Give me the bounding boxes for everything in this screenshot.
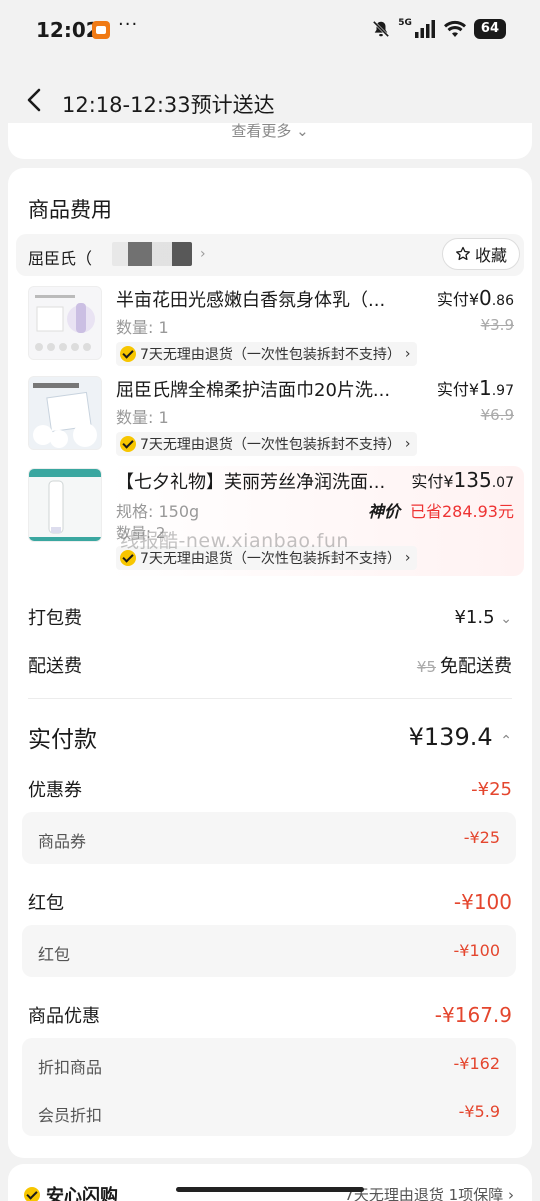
coupon-label: 优惠券 xyxy=(28,780,82,801)
shield-check-icon xyxy=(24,1187,40,1201)
chevron-down-icon: ⌄ xyxy=(296,123,309,140)
divider xyxy=(28,698,512,699)
check-badge-icon xyxy=(120,436,136,452)
star-icon xyxy=(456,246,470,261)
redpacket-detail-row: 红包 -¥100 xyxy=(38,941,500,964)
discount-detail-row: 折扣商品 -¥162 xyxy=(38,1054,500,1077)
product-item[interactable]: 半亩花田光感嫩白香氛身体乳（... 数量: 1 实付¥0.86 ¥3.9 7天无… xyxy=(8,286,532,372)
chevron-right-icon: › xyxy=(404,346,411,362)
chevron-right-icon: › xyxy=(404,436,411,452)
product-original-price: ¥3.9 xyxy=(480,316,514,334)
total-value: ¥139.4 ⌃ xyxy=(408,723,512,751)
packing-fee-label: 打包费 xyxy=(28,608,82,629)
return-policy-tag[interactable]: 7天无理由退货（一次性包装拆封不支持） › xyxy=(116,342,417,366)
battery-indicator: 64 xyxy=(473,19,506,39)
delivery-original-fee: ¥5 xyxy=(416,658,436,676)
mute-bell-icon xyxy=(373,20,390,38)
product-image xyxy=(28,468,102,542)
product-name: 半亩花田光感嫩白香氛身体乳（... xyxy=(116,290,386,311)
total-row[interactable]: 实付款 ¥139.4 ⌃ xyxy=(28,720,512,754)
status-icons: 5G 64 xyxy=(372,18,506,39)
product-item[interactable]: 屈臣氏牌全棉柔护洁面巾20片洗... 数量: 1 实付¥1.97 ¥6.9 7天… xyxy=(8,376,532,462)
delivery-fee-row: 配送费 ¥5 免配送费 xyxy=(28,652,512,678)
product-image xyxy=(28,376,102,450)
delivery-fee-label: 配送费 xyxy=(28,656,82,677)
product-spec: 规格: 150g xyxy=(116,502,200,521)
coupon-detail-row: 商品券 -¥25 xyxy=(38,828,500,851)
home-indicator[interactable] xyxy=(176,1187,364,1192)
product-name: 【七夕礼物】芙丽芳丝净润洗面... xyxy=(116,472,386,493)
store-bar[interactable]: 屈臣氏（ › 收藏 xyxy=(16,234,524,276)
return-policy-tag[interactable]: 7天无理由退货（一次性包装拆封不支持） › xyxy=(116,432,417,456)
product-qty: 数量: 1 xyxy=(116,318,169,337)
chevron-up-icon: ⌃ xyxy=(500,733,512,749)
status-bar: 12:02 ··· 5G 64 xyxy=(0,0,540,62)
redacted-store-name xyxy=(112,242,192,266)
assurance-title: 安心闪购 xyxy=(24,1182,118,1201)
see-more-link[interactable]: 查看更多 ⌄ xyxy=(8,123,532,159)
nav-bar: 12:18-12:33预计送达 xyxy=(0,62,540,132)
more-notifications-icon: ··· xyxy=(118,14,139,35)
product-price: 实付¥1.97 xyxy=(436,376,514,400)
favorite-label: 收藏 xyxy=(474,246,507,265)
signal-icon xyxy=(414,20,435,38)
page-title: 12:18-12:33预计送达 xyxy=(62,93,275,117)
assurance-summary: 7天无理由退货 1项保障 › xyxy=(344,1186,514,1201)
status-time: 12:02 xyxy=(36,18,100,42)
section-title: 商品费用 xyxy=(28,198,112,222)
discount-value: -¥167.9 xyxy=(434,1003,512,1027)
coupon-detail-box: 商品券 -¥25 xyxy=(22,812,516,864)
discount-detail-row: 会员折扣 -¥5.9 xyxy=(38,1102,500,1125)
product-price: 实付¥135.07 xyxy=(411,468,514,492)
redpacket-row: 红包 -¥100 xyxy=(28,889,512,915)
network-type: 5G xyxy=(398,18,412,28)
chevron-right-icon: › xyxy=(200,246,206,262)
back-arrow-icon[interactable] xyxy=(22,87,48,113)
product-original-price: ¥6.9 xyxy=(480,406,514,424)
redpacket-value: -¥100 xyxy=(453,890,512,914)
watermark-text: 线报酷-new.xianbao.fun xyxy=(120,530,349,552)
redpacket-label: 红包 xyxy=(28,893,64,914)
packing-fee-row[interactable]: 打包费 ¥1.5 ⌄ xyxy=(28,604,512,630)
product-qty: 数量: 1 xyxy=(116,408,169,427)
wifi-icon xyxy=(443,20,466,37)
total-label: 实付款 xyxy=(28,727,97,753)
chevron-right-icon: › xyxy=(404,550,411,566)
store-name: 屈臣氏（ xyxy=(28,249,93,268)
check-badge-icon xyxy=(120,346,136,362)
favorite-button[interactable]: 收藏 xyxy=(441,238,520,270)
product-name: 屈臣氏牌全棉柔护洁面巾20片洗... xyxy=(116,380,391,401)
fee-card: 商品费用 屈臣氏（ › 收藏 半亩花田光感嫩白香氛身体乳（... 数量: 1 实… xyxy=(8,168,532,1158)
chevron-down-icon: ⌄ xyxy=(500,610,512,627)
coupon-row: 优惠券 -¥25 xyxy=(28,776,512,802)
packing-fee-value: ¥1.5 ⌄ xyxy=(454,606,512,628)
discount-label: 商品优惠 xyxy=(28,1006,100,1027)
product-price: 实付¥0.86 xyxy=(436,286,514,310)
product-image xyxy=(28,286,102,360)
delivery-fee-value: ¥5 免配送费 xyxy=(416,656,512,677)
coupon-value: -¥25 xyxy=(471,778,512,800)
deal-badge: 神价 xyxy=(367,502,400,521)
see-more-label: 查看更多 xyxy=(231,123,292,140)
saved-amount: 已省284.93元 xyxy=(410,502,514,521)
redpacket-detail-box: 红包 -¥100 xyxy=(22,925,516,977)
discount-row: 商品优惠 -¥167.9 xyxy=(28,1002,512,1028)
app-notification-icon xyxy=(92,21,110,39)
assurance-card[interactable]: 安心闪购 7天无理由退货 1项保障 › xyxy=(8,1164,532,1201)
discount-detail-box: 折扣商品 -¥162 会员折扣 -¥5.9 xyxy=(22,1038,516,1136)
